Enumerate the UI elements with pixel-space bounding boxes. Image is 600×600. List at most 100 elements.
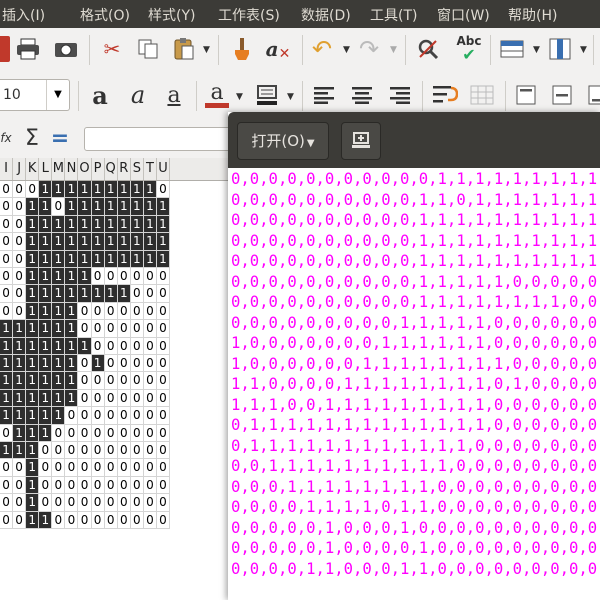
sheet-cell[interactable]: 1 <box>39 250 53 268</box>
font-color-icon[interactable]: a <box>202 80 232 110</box>
sheet-cell[interactable]: 0 <box>52 424 66 442</box>
sheet-cell[interactable]: 1 <box>26 424 40 442</box>
redo-icon[interactable]: ↷ <box>355 35 383 63</box>
sheet-cell[interactable]: 1 <box>26 198 40 216</box>
sheet-cell[interactable]: 0 <box>130 302 144 321</box>
column-header-l[interactable]: L <box>39 158 53 180</box>
sheet-cell[interactable]: 0 <box>0 268 14 286</box>
sheet-cell[interactable]: 0 <box>156 476 171 495</box>
sheet-cell[interactable]: 0 <box>91 389 105 408</box>
column-header-u[interactable]: U <box>157 158 171 180</box>
sheet-cell[interactable]: 0 <box>156 372 171 390</box>
sheet-cell[interactable]: 0 <box>65 476 79 495</box>
column-header-j[interactable]: J <box>13 158 27 180</box>
sheet-cell[interactable]: 1 <box>26 494 40 512</box>
sheet-cell[interactable]: 0 <box>13 494 27 512</box>
sheet-cell[interactable]: 1 <box>26 285 40 303</box>
sheet-cell[interactable]: 0 <box>0 511 14 529</box>
sheet-cell[interactable]: 0 <box>52 198 66 216</box>
sheet-cell[interactable]: 0 <box>52 459 66 477</box>
sheet-cell[interactable]: 0 <box>91 476 105 495</box>
sheet-cell[interactable]: 1 <box>52 407 66 425</box>
sheet-cell[interactable]: 1 <box>39 355 53 373</box>
sheet-cell[interactable]: 0 <box>130 407 144 425</box>
sheet-cell[interactable]: 0 <box>65 407 79 425</box>
sheet-cell[interactable]: 0 <box>91 268 105 286</box>
sheet-cell[interactable]: 1 <box>13 355 27 373</box>
sheet-cell[interactable]: 1 <box>78 181 92 199</box>
sheet-cell[interactable]: 0 <box>13 181 27 199</box>
menu-sheet[interactable]: 工作表(S) <box>218 5 280 25</box>
column-icon[interactable] <box>546 35 574 63</box>
sheet-cell[interactable]: 1 <box>78 198 92 216</box>
sheet-cell[interactable]: 1 <box>26 389 40 408</box>
sheet-cell[interactable]: 0 <box>78 459 92 477</box>
sheet-cell[interactable]: 1 <box>65 355 79 373</box>
column-header-r[interactable]: R <box>118 158 131 180</box>
menu-styles[interactable]: 样式(Y) <box>148 5 195 25</box>
sheet-cell[interactable]: 0 <box>117 494 131 512</box>
sheet-cell[interactable]: 0 <box>130 389 144 408</box>
sheet-cell[interactable]: 1 <box>143 215 157 234</box>
menu-format[interactable]: 格式(O) <box>80 5 130 25</box>
sheet-cell[interactable]: 1 <box>39 215 53 234</box>
sheet-cell[interactable]: 0 <box>65 442 79 460</box>
sheet-cell[interactable]: 0 <box>130 459 144 477</box>
sheet-cell[interactable]: 1 <box>26 268 40 286</box>
sheet-cell[interactable]: 1 <box>13 442 27 460</box>
sheet-cell[interactable]: 0 <box>143 268 157 286</box>
sheet-cell[interactable]: 0 <box>156 268 171 286</box>
sheet-cell[interactable]: 1 <box>0 355 14 373</box>
open-button[interactable]: 打开(O) ▼ <box>237 122 329 160</box>
sheet-cell[interactable]: 0 <box>13 302 27 321</box>
sheet-cell[interactable]: 0 <box>143 459 157 477</box>
sheet-cell[interactable]: 1 <box>65 215 79 234</box>
sheet-cell[interactable]: 0 <box>104 511 118 529</box>
sheet-cell[interactable]: 1 <box>26 407 40 425</box>
sheet-cell[interactable]: 1 <box>39 320 53 338</box>
sheet-cell[interactable]: 0 <box>78 302 92 321</box>
sheet-cell[interactable]: 0 <box>156 511 171 529</box>
sheet-cell[interactable]: 0 <box>117 268 131 286</box>
sheet-cell[interactable]: 1 <box>143 198 157 216</box>
sheet-cell[interactable]: 1 <box>65 181 79 199</box>
sheet-cell[interactable]: 1 <box>78 285 92 303</box>
sheet-cell[interactable]: 0 <box>52 442 66 460</box>
sheet-cell[interactable]: 0 <box>39 442 53 460</box>
align-left-icon[interactable] <box>310 80 338 110</box>
sheet-cell[interactable]: 0 <box>39 494 53 512</box>
font-size-box[interactable]: 10 ▼ <box>0 79 70 111</box>
sheet-cell[interactable]: 1 <box>104 198 118 216</box>
sheet-cell[interactable]: 0 <box>39 459 53 477</box>
sheet-cell[interactable]: 1 <box>26 459 40 477</box>
align-middle-icon[interactable] <box>548 80 576 110</box>
column-header-o[interactable]: O <box>78 158 92 180</box>
spelling-icon[interactable]: Abc ✔ <box>452 32 486 66</box>
sheet-cell[interactable]: 0 <box>0 285 14 303</box>
sheet-cell[interactable]: 1 <box>26 355 40 373</box>
sheet-cell[interactable]: 1 <box>39 285 53 303</box>
sheet-cell[interactable]: 0 <box>78 389 92 408</box>
row-dropdown-icon[interactable]: ▼ <box>533 45 540 55</box>
sheet-cell[interactable]: 1 <box>39 372 53 390</box>
sheet-cell[interactable]: 0 <box>0 198 14 216</box>
sheet-cell[interactable]: 0 <box>104 337 118 355</box>
sheet-cell[interactable]: 1 <box>143 233 157 251</box>
sheet-cell[interactable]: 0 <box>39 476 53 495</box>
sheet-cell[interactable]: 0 <box>156 494 171 512</box>
column-header-q[interactable]: Q <box>105 158 118 180</box>
sheet-cell[interactable]: 0 <box>156 389 171 408</box>
sheet-cell[interactable]: 1 <box>39 181 53 199</box>
sheet-cell[interactable]: 0 <box>104 459 118 477</box>
sheet-cell[interactable]: 0 <box>0 494 14 512</box>
redo-dropdown-icon[interactable]: ▼ <box>390 45 397 55</box>
sheet-cell[interactable]: 1 <box>65 302 79 321</box>
sheet-cell[interactable]: 0 <box>143 355 157 373</box>
sheet-cell[interactable]: 0 <box>13 233 27 251</box>
sheet-cell[interactable]: 0 <box>130 372 144 390</box>
merge-cells-icon[interactable] <box>468 80 496 110</box>
sheet-cell[interactable]: 0 <box>130 476 144 495</box>
sheet-cell[interactable]: 1 <box>104 285 118 303</box>
sheet-cell[interactable]: 1 <box>78 233 92 251</box>
sheet-cell[interactable]: 1 <box>104 233 118 251</box>
